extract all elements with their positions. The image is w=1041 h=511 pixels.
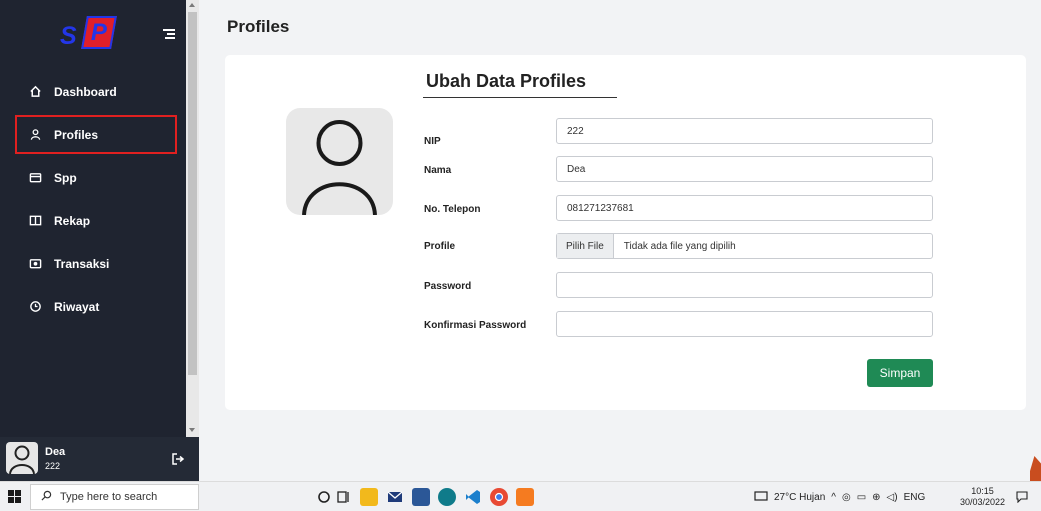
sidebar-item-label: Transaksi [54,256,110,271]
task-view-icon[interactable] [334,488,352,506]
nama-field[interactable]: Dea [556,156,933,182]
camera-icon [28,257,42,271]
battery-icon[interactable]: ▭ [857,492,866,503]
vscode-icon[interactable] [464,488,482,506]
chevron-up-icon[interactable]: ^ [831,492,836,503]
form-title-underline [423,97,617,98]
search-placeholder: Type here to search [60,491,158,503]
edge-icon[interactable] [438,488,456,506]
network-icon[interactable]: ◎ [842,492,851,503]
sidebar-item-rekap[interactable]: Rekap [0,199,199,242]
profile-label: Profile [424,241,456,252]
file-explorer-icon[interactable] [360,488,378,506]
sidebar-item-riwayat[interactable]: Riwayat [0,285,199,328]
nama-label: Nama [424,165,452,176]
sidebar-item-label: Profiles [54,127,99,142]
profile-card: Ubah Data Profiles NIP 222 Nama Dea No. … [225,55,1026,410]
app-logo[interactable]: S P [60,16,117,50]
history-icon [28,300,42,314]
home-icon [28,85,42,99]
sidebar-item-label: Spp [54,170,77,185]
menu-toggle-icon[interactable] [163,29,175,39]
sidebar: S P Dashboard Profiles Spp Rekap Transak… [0,0,199,481]
sidebar-item-label: Rekap [54,213,91,228]
mail-icon[interactable] [386,488,404,506]
profile-avatar [286,108,393,215]
sidebar-user-panel: Dea 222 [0,437,199,481]
scrollbar-thumb[interactable] [188,12,197,375]
password-label: Password [424,281,472,292]
taskbar-search-input[interactable]: Type here to search [30,484,199,510]
xampp-icon[interactable] [516,488,534,506]
sidebar-header: S P [0,0,199,70]
sidebar-item-dashboard[interactable]: Dashboard [0,70,199,113]
avatar[interactable] [6,442,38,474]
flame-icon [1030,456,1041,481]
sidebar-item-profiles[interactable]: Profiles [13,113,179,156]
form-title: Ubah Data Profiles [426,71,587,91]
scroll-up-icon[interactable] [189,3,195,7]
sidebar-item-label: Dashboard [54,84,117,99]
book-icon [28,214,42,228]
weather-text[interactable]: 27°C Hujan [774,492,825,503]
nip-field[interactable]: 222 [556,118,933,144]
user-icon [28,128,42,142]
notification-icon[interactable] [1016,490,1028,504]
clock[interactable]: 10:15 30/03/2022 [960,486,1005,508]
telepon-field[interactable]: 081271237681 [556,195,933,221]
chrome-icon[interactable] [490,488,508,506]
sidebar-scrollbar[interactable] [186,0,199,437]
clock-time: 10:15 [971,486,994,496]
confirm-password-field[interactable] [556,311,933,337]
choose-file-button[interactable]: Pilih File [557,234,614,258]
sidebar-item-spp[interactable]: Spp [0,156,199,199]
scroll-down-icon[interactable] [189,428,195,432]
cortana-icon[interactable] [315,488,333,506]
profile-file-input[interactable]: Pilih File Tidak ada file yang dipilih [556,233,933,259]
weather-icon[interactable] [754,491,768,504]
logout-icon[interactable] [171,452,185,466]
volume-icon[interactable]: ◁) [887,492,898,503]
user-name: Dea [45,446,66,458]
taskbar: Type here to search 27°C Hujan ^ ◎ ▭ ⊕ ◁… [0,481,1041,511]
telepon-label: No. Telepon [424,204,481,215]
file-status-text: Tidak ada file yang dipilih [623,240,736,252]
page-title: Profiles [227,17,290,36]
language-indicator[interactable]: ENG [904,492,926,503]
globe-icon[interactable]: ⊕ [872,492,880,503]
system-tray: 27°C Hujan ^ ◎ ▭ ⊕ ◁) ENG [754,491,931,504]
windows-start-icon[interactable] [8,490,21,503]
user-id: 222 [45,461,61,471]
search-icon [41,490,52,504]
word-icon[interactable] [412,488,430,506]
confirm-password-label: Konfirmasi Password [424,320,527,331]
nip-label: NIP [424,136,441,147]
sidebar-item-label: Riwayat [54,299,100,314]
password-field[interactable] [556,272,933,298]
sidebar-item-transaksi[interactable]: Transaksi [0,242,199,285]
save-button[interactable]: Simpan [867,359,933,387]
wallet-icon [28,171,42,185]
clock-date: 30/03/2022 [960,497,1006,507]
sidebar-nav: Dashboard Profiles Spp Rekap Transaksi R… [0,70,199,328]
